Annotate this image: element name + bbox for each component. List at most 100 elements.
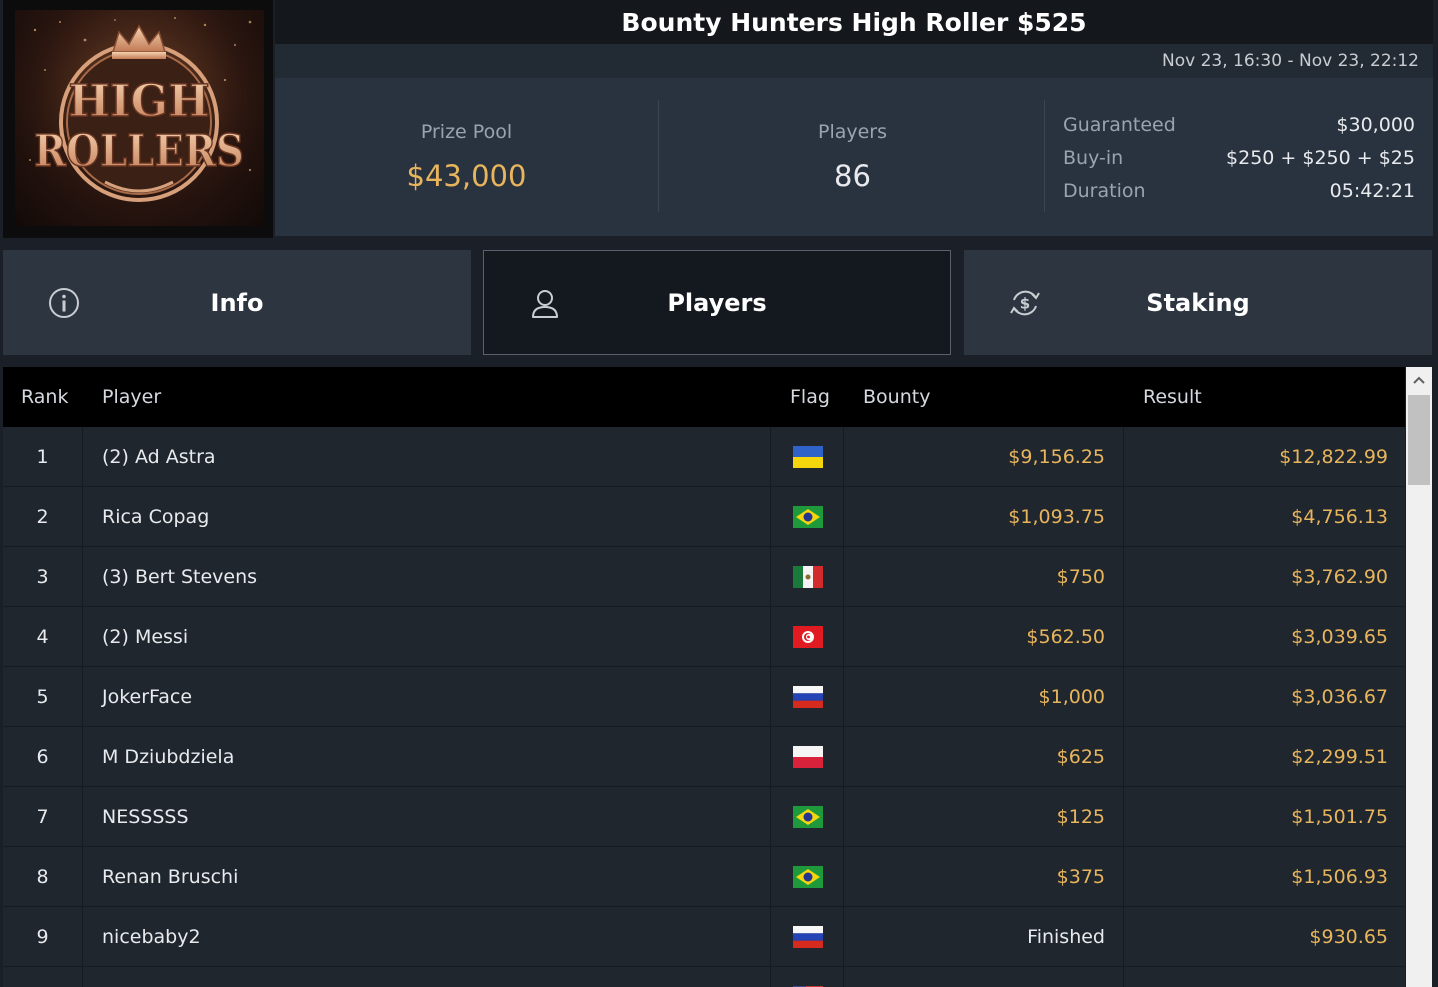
cell-rank: 5 (3, 667, 83, 726)
cell-result: $1,506.93 (1291, 865, 1388, 888)
tab-players[interactable]: Players (483, 250, 951, 355)
cell-bounty: $1,000 (845, 667, 1124, 726)
header-bounty[interactable]: Bounty (863, 367, 930, 427)
cell-bounty (845, 967, 1124, 987)
cell-bounty: $625 (845, 727, 1124, 786)
table-row[interactable]: 4 (2) Messi $562.50 $3,039.65 (3, 607, 1405, 667)
cell-player: Renan Bruschi (84, 847, 771, 906)
cell-player: (3) Bert Stevens (84, 547, 771, 606)
tournament-dates: Nov 23, 16:30 - Nov 23, 22:12 (275, 44, 1433, 78)
players-stat: Players 86 (659, 78, 1046, 236)
cell-flag (772, 907, 844, 966)
buyin-value: $250 + $250 + $25 (1226, 146, 1415, 169)
cell-player: Rica Copag (84, 487, 771, 546)
cell-bounty: Finished (845, 907, 1124, 966)
cell-rank: 9 (3, 907, 83, 966)
stats-panel: Prize Pool $43,000 Players 86 Guaranteed… (275, 78, 1433, 236)
tab-staking-label: Staking (1146, 288, 1250, 317)
mexico-flag-icon (792, 565, 823, 588)
cell-result: $3,762.90 (1291, 565, 1388, 588)
cell-bounty: $750 (845, 547, 1124, 606)
table-row[interactable]: 7 NESSSSS $125 $1,501.75 (3, 787, 1405, 847)
logo-high-text: HIGH (68, 76, 209, 127)
tunisia-flag-icon (792, 625, 823, 648)
table-row[interactable]: 8 Renan Bruschi $375 $1,506.93 (3, 847, 1405, 907)
cell-player: (2) Ad Astra (84, 427, 771, 486)
tournament-details: Guaranteed $30,000 Buy-in $250 + $250 + … (1063, 108, 1415, 207)
date-range: Nov 23, 16:30 - Nov 23, 22:12 (1162, 51, 1419, 71)
table-row[interactable]: 2 Rica Copag $1,093.75 $4,756.13 (3, 487, 1405, 547)
duration-label: Duration (1063, 179, 1146, 202)
cell-player: M Dziubdziela (84, 727, 771, 786)
table-row[interactable]: 5 JokerFace $1,000 $3,036.67 (3, 667, 1405, 727)
user-icon (532, 290, 558, 318)
cell-player: (2) Messi (84, 607, 771, 666)
table-body: 1 (2) Ad Astra $9,156.25 $12,822.99 2 Rica Co… (3, 427, 1405, 987)
cell-result: $3,036.67 (1291, 685, 1388, 708)
cell-result: $2,299.51 (1291, 745, 1388, 768)
table-row[interactable]: 6M Dziubdziela $625 $2,299.51 (3, 727, 1405, 787)
header-player[interactable]: Player (102, 367, 161, 427)
tab-info-label: Info (210, 288, 264, 317)
ukraine-flag-icon (792, 445, 823, 468)
cell-result: $930.65 (1309, 925, 1388, 948)
table-row[interactable] (3, 967, 1405, 987)
guaranteed-label: Guaranteed (1063, 113, 1176, 136)
header-result[interactable]: Result (1143, 367, 1202, 427)
players-label: Players (817, 121, 888, 143)
header-flag[interactable]: Flag (790, 367, 830, 427)
cell-rank: 8 (3, 847, 83, 906)
table-scrollbar[interactable] (1406, 367, 1432, 987)
guaranteed-row: Guaranteed $30,000 (1063, 108, 1415, 141)
table-row[interactable]: 9 nicebaby2 Finished $930.65 (3, 907, 1405, 967)
players-count: 86 (834, 159, 871, 193)
tab-info[interactable]: Info (3, 250, 471, 355)
cell-rank: 3 (3, 547, 83, 606)
cell-flag (772, 727, 844, 786)
russia-flag-icon (792, 925, 823, 948)
cell-rank: 4 (3, 607, 83, 666)
svg-text:$: $ (1020, 295, 1030, 313)
buyin-label: Buy-in (1063, 146, 1124, 169)
cell-result: $12,822.99 (1279, 445, 1388, 468)
brazil-flag-icon (792, 505, 823, 528)
prize-pool-value: $43,000 (406, 159, 527, 193)
brazil-flag-icon (792, 805, 823, 828)
cell-flag (772, 487, 844, 546)
scrollbar-thumb[interactable] (1408, 395, 1430, 485)
cell-rank: 2 (3, 487, 83, 546)
poland-flag-icon (792, 745, 823, 768)
cell-flag (772, 547, 844, 606)
cell-player: NESSSSS (84, 787, 771, 846)
cell-flag (772, 607, 844, 666)
table-row[interactable]: 3 (3) Bert Stevens $750 $3,762.90 (3, 547, 1405, 607)
tab-staking[interactable]: $ Staking (964, 250, 1432, 355)
cell-rank: 6 (3, 727, 83, 786)
russia-flag-icon (792, 685, 823, 708)
cell-result: $4,756.13 (1291, 505, 1388, 528)
cell-flag (772, 427, 844, 486)
brazil-flag-icon (792, 865, 823, 888)
cell-player (84, 967, 771, 987)
cell-rank: 7 (3, 787, 83, 846)
cell-bounty: $1,093.75 (845, 487, 1124, 546)
table-row[interactable]: 1 (2) Ad Astra $9,156.25 $12,822.99 (3, 427, 1405, 487)
cell-flag (772, 787, 844, 846)
info-icon (49, 288, 79, 318)
cell-flag (772, 967, 844, 987)
tab-players-label: Players (667, 288, 767, 317)
cell-bounty: $125 (845, 787, 1124, 846)
logo-rollers-text: ROLLERS (34, 126, 244, 177)
high-rollers-logo-image: HIGH ROLLERS (15, 10, 264, 226)
cell-rank (3, 967, 83, 987)
duration-row: Duration 05:42:21 (1063, 174, 1415, 207)
cell-rank: 1 (3, 427, 83, 486)
cell-result: $3,039.65 (1291, 625, 1388, 648)
cell-player: nicebaby2 (84, 907, 771, 966)
cell-result (1125, 967, 1405, 987)
guaranteed-value: $30,000 (1336, 113, 1415, 136)
cell-bounty: $9,156.25 (845, 427, 1124, 486)
scroll-up-arrow-icon[interactable] (1406, 367, 1432, 393)
header-rank[interactable]: Rank (21, 367, 68, 427)
cell-bounty: $375 (845, 847, 1124, 906)
